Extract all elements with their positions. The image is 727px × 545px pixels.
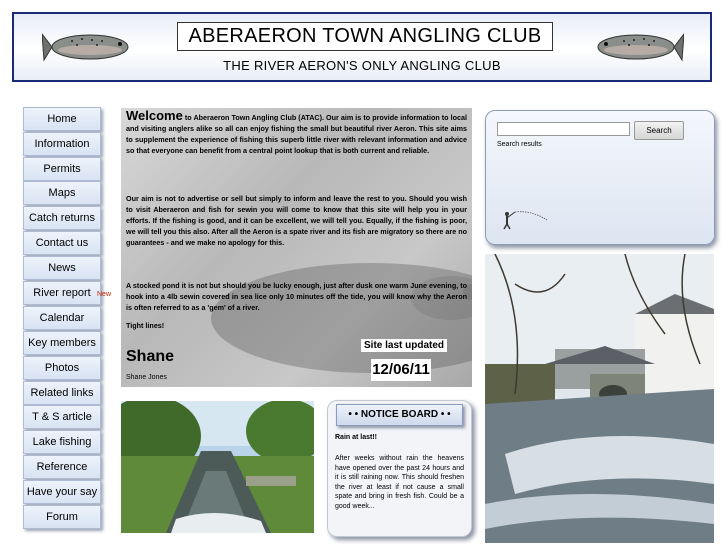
nav-ts-article[interactable]: T & S article [23,405,101,429]
nav-reference[interactable]: Reference [23,455,101,479]
nav-related-links[interactable]: Related links [23,381,101,405]
search-button[interactable]: Search [634,121,684,140]
search-input[interactable] [497,122,630,136]
nav-river-report[interactable]: River report [23,281,101,305]
welcome-paragraph-4: Tight lines! [126,321,165,330]
welcome-panel: Welcome to Aberaeron Town Angling Club (… [121,108,472,387]
notice-board-heading: • • NOTICE BOARD • • [336,404,463,426]
nav-calendar[interactable]: Calendar [23,306,101,330]
welcome-paragraph-2: Our aim is not to advertise or sell but … [126,194,467,247]
river-bank-photo [121,401,314,533]
nav-contact-us[interactable]: Contact us [23,231,101,255]
search-panel: Search Search results [485,110,715,245]
signature-name: Shane [126,348,175,365]
nav-information[interactable]: Information [23,132,101,156]
angler-icon [503,211,548,230]
welcome-paragraph-3: A stocked pond it is not but should you … [126,281,467,312]
notice-title: Rain at last!! [335,434,378,441]
trout-right-icon [597,33,684,62]
site-updated-date: 12/06/11 [371,359,431,381]
site-header: ABERAERON TOWN ANGLING CLUB THE RIVER AE… [12,12,712,82]
site-updated-label: Site last updated [361,339,448,352]
notice-body: After weeks without rain the heavens hav… [335,455,464,510]
nav-key-members[interactable]: Key members [23,331,101,355]
nav-have-your-say[interactable]: Have your say [23,480,101,504]
welcome-heading: Welcome [126,108,183,123]
nav-forum[interactable]: Forum [23,505,101,529]
notice-board: • • NOTICE BOARD • • Rain at last!! Afte… [327,400,472,537]
nav-permits[interactable]: Permits [23,157,101,181]
nav-home[interactable]: Home [23,107,101,131]
signature-full-name: Shane Jones [126,374,167,381]
new-badge: New [97,291,112,298]
nav-catch-returns[interactable]: Catch returns [23,206,101,230]
nav-photos[interactable]: Photos [23,356,101,380]
nav-lake-fishing[interactable]: Lake fishing [23,430,101,454]
river-town-photo [485,254,714,543]
site-title: ABERAERON TOWN ANGLING CLUB [177,22,553,51]
search-results-label: Search results [497,141,542,148]
nav-maps[interactable]: Maps [23,181,101,205]
nav-news[interactable]: News [23,256,101,280]
